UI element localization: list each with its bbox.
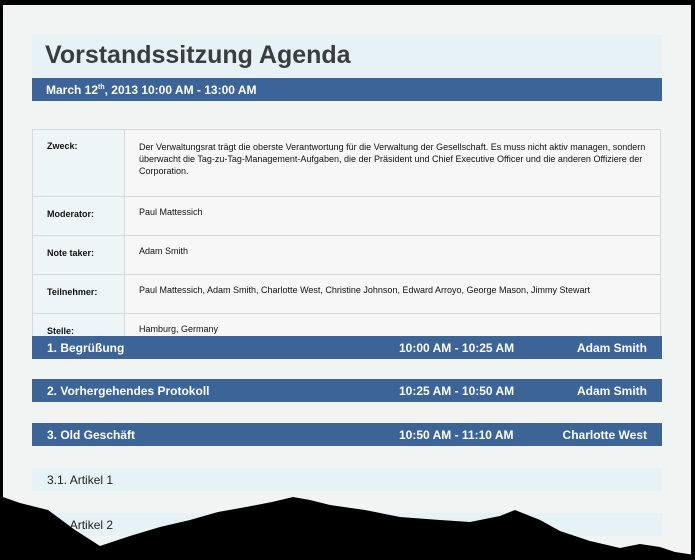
torn-edge-overlay (0, 496, 695, 560)
torn-edge-shadow (0, 496, 695, 560)
